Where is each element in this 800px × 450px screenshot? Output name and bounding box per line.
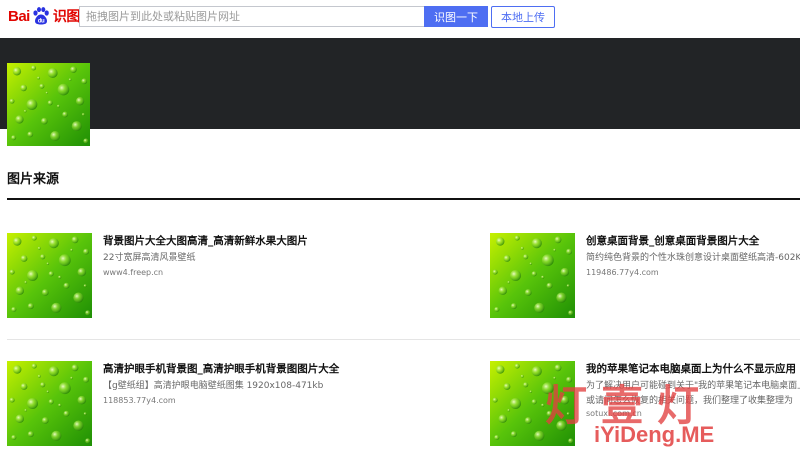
result-card: 创意桌面背景_创意桌面背景图片大全 简约纯色背景的个性水珠创意设计桌面壁纸高清-… [490, 233, 800, 319]
query-image[interactable] [7, 63, 90, 146]
result-card: 我的苹果笔记本电脑桌面上为什么不显示应用 为了解决用户可能碰到关于"我的苹果笔记… [490, 361, 800, 447]
baidu-logo[interactable]: Bai du 识图 [8, 3, 80, 29]
result-description: 简约纯色背景的个性水珠创意设计桌面壁纸高清-602K [586, 253, 800, 263]
result-url[interactable]: 118853.77y4.com [103, 396, 176, 405]
result-url[interactable]: www4.freep.cn [103, 268, 163, 277]
row-divider [7, 339, 800, 340]
logo-text-right: 识图 [52, 8, 81, 24]
logo-text-left: Bai [8, 7, 30, 25]
result-thumbnail[interactable] [7, 233, 92, 318]
result-description: 【g壁纸组】高清护眼电脑壁纸图集 1920x108-471kb [103, 381, 324, 391]
result-title[interactable]: 我的苹果笔记本电脑桌面上为什么不显示应用 [586, 361, 796, 376]
result-title[interactable]: 创意桌面背景_创意桌面背景图片大全 [586, 233, 759, 248]
result-card: 背景图片大全大图高清_高清新鲜水果大图片 22寸宽屏高清风景壁纸 www4.fr… [7, 233, 317, 319]
result-description-line2: 或请问怎么恢复的相关问题，我们整理了收集整理为 [586, 396, 794, 406]
local-upload-button[interactable]: 本地上传 [491, 6, 555, 28]
result-url[interactable]: sotuxi.com.cn [586, 409, 642, 418]
query-banner [0, 38, 800, 129]
result-card: 高清护眼手机背景图_高清护眼手机背景图图片大全 【g壁纸组】高清护眼电脑壁纸图集… [7, 361, 339, 447]
result-title[interactable]: 高清护眼手机背景图_高清护眼手机背景图图片大全 [103, 361, 339, 376]
result-description: 22寸宽屏高清风景壁纸 [103, 253, 196, 263]
result-thumbnail[interactable] [7, 361, 92, 446]
result-description: 为了解决用户可能碰到关于"我的苹果笔记本电脑桌面上 [586, 381, 800, 391]
baidu-paw-icon: du [31, 6, 51, 26]
section-divider [7, 198, 800, 200]
svg-text:du: du [38, 19, 45, 25]
result-url[interactable]: 119486.77y4.com [586, 268, 659, 277]
result-thumbnail[interactable] [490, 233, 575, 318]
result-title[interactable]: 背景图片大全大图高清_高清新鲜水果大图片 [103, 233, 308, 248]
image-url-input[interactable] [79, 6, 425, 27]
section-title: 图片来源 [7, 172, 60, 187]
search-image-button[interactable]: 识图一下 [424, 6, 488, 27]
top-bar: Bai du 识图 识图一下 本地上传 [0, 0, 800, 38]
result-thumbnail[interactable] [490, 361, 575, 446]
